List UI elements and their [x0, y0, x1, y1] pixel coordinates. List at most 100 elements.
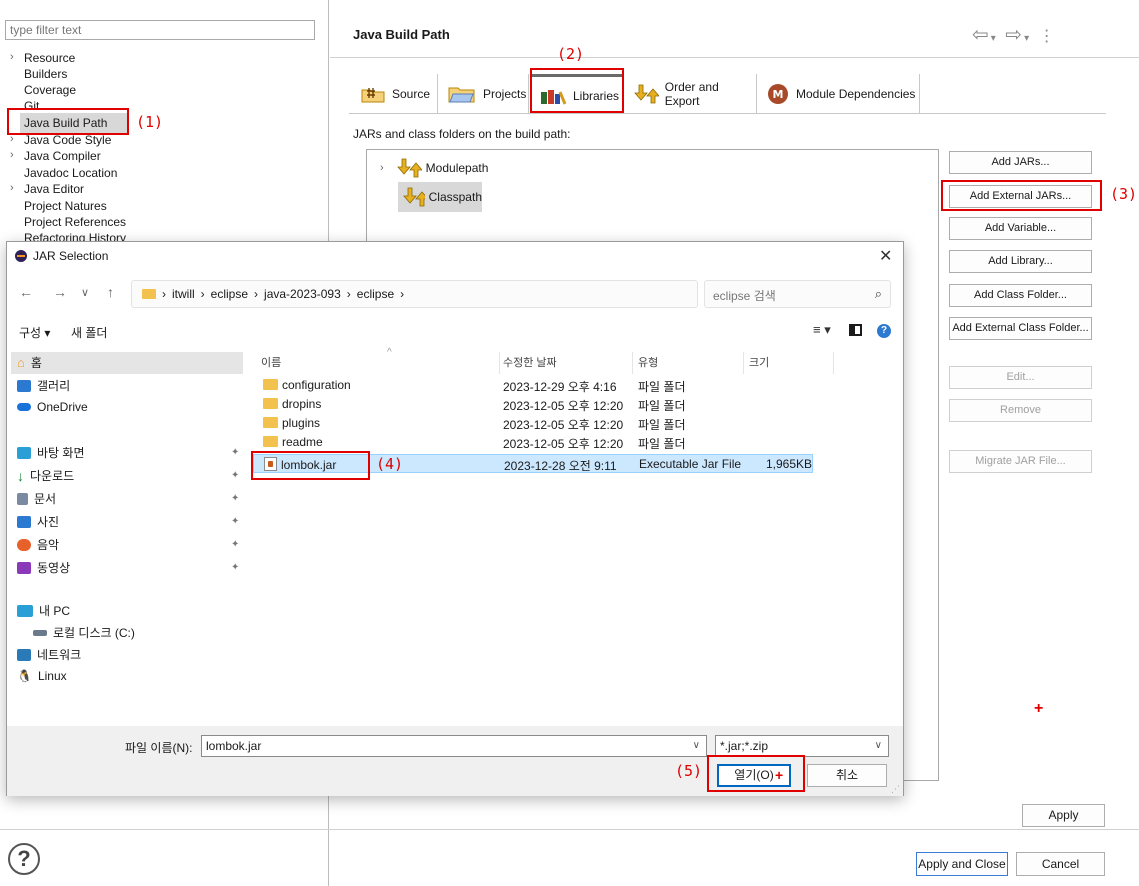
tab-projects[interactable]: Projects: [439, 74, 529, 113]
pin-icon[interactable]: ✦: [231, 493, 239, 504]
column-divider[interactable]: [833, 352, 834, 374]
forward-arrow-icon[interactable]: →: [53, 284, 67, 300]
page-nav-controls[interactable]: ⇦▾ ⇨▾ ⋮: [972, 22, 1057, 47]
cancel-button[interactable]: Cancel: [1016, 852, 1105, 876]
tab-source[interactable]: Source: [352, 74, 438, 113]
migrate-jar-button[interactable]: Migrate JAR File...: [949, 450, 1092, 473]
nav-item-downloads[interactable]: ↓ 다운로드: [17, 467, 74, 484]
column-header-modified[interactable]: 수정한 날짜: [503, 354, 557, 370]
tree-item-javadoc-location[interactable]: Javadoc Location: [24, 166, 117, 180]
filter-input[interactable]: type filter text: [5, 20, 315, 40]
address-bar[interactable]: › itwill › eclipse › java-2023-093 › ecl…: [131, 280, 809, 310]
nav-item-music[interactable]: 음악: [17, 536, 59, 553]
breadcrumb-item[interactable]: eclipse: [357, 287, 394, 301]
nav-item-home[interactable]: ⌂ 홈: [17, 354, 42, 371]
back-arrow-icon[interactable]: ←: [19, 284, 33, 300]
chevron-down-icon[interactable]: ∨: [693, 740, 700, 751]
organize-menu-button[interactable]: 구성 ▾: [19, 324, 50, 341]
tab-order-and-export[interactable]: Order and Export: [623, 74, 757, 113]
new-folder-button[interactable]: 새 폴더: [71, 324, 107, 341]
pin-icon[interactable]: ✦: [231, 539, 239, 550]
search-icon[interactable]: ⌕: [875, 286, 882, 302]
column-header-type[interactable]: 유형: [638, 354, 658, 370]
column-divider[interactable]: [632, 352, 633, 374]
column-divider[interactable]: [499, 352, 500, 374]
breadcrumb-item[interactable]: itwill: [172, 287, 195, 301]
back-arrow-icon[interactable]: ⇦: [972, 24, 991, 46]
nav-item-linux[interactable]: 🐧 Linux: [17, 669, 67, 683]
tree-entry-classpath[interactable]: Classpath: [398, 182, 482, 212]
nav-item-this-pc[interactable]: 내 PC: [17, 602, 70, 619]
chevron-right-icon[interactable]: ›: [10, 149, 14, 161]
dialog-titlebar[interactable]: JAR Selection: [7, 242, 903, 270]
tree-entry-modulepath[interactable]: › Modulepath: [380, 157, 488, 179]
tree-item-builders[interactable]: Builders: [24, 67, 67, 81]
column-header-name[interactable]: 이름: [261, 354, 281, 370]
file-row[interactable]: configuration 2023-12-29 오후 4:16 파일 폴더: [253, 376, 813, 395]
navigation-pane: ⌂ 홈 갤러리 OneDrive 바탕 화면 ✦ ↓ 다운로드 ✦ 문서 ✦ 사진 …: [7, 350, 243, 718]
pin-icon[interactable]: ✦: [231, 516, 239, 527]
tree-item-java-editor[interactable]: › Java Editor: [10, 182, 84, 196]
chevron-right-icon[interactable]: ›: [10, 51, 14, 63]
view-options-icon[interactable]: ≡ ▾: [813, 322, 831, 338]
nav-item-network[interactable]: 네트워크: [17, 646, 81, 663]
tree-item-project-natures[interactable]: Project Natures: [24, 199, 107, 213]
tree-item-coverage[interactable]: Coverage: [24, 83, 76, 97]
pin-icon[interactable]: ✦: [231, 447, 239, 458]
recent-locations-icon[interactable]: ∨: [81, 286, 89, 299]
file-row[interactable]: dropins 2023-12-05 오후 12:20 파일 폴더: [253, 395, 813, 414]
add-variable-button[interactable]: Add Variable...: [949, 217, 1092, 240]
resize-grip-icon[interactable]: ⋰: [891, 784, 900, 795]
nav-item-local-disk[interactable]: 로컬 디스크 (C:): [33, 624, 135, 641]
pin-icon[interactable]: ✦: [231, 470, 239, 481]
tree-item-label: Project References: [24, 215, 127, 229]
forward-arrow-icon[interactable]: ⇨: [1005, 24, 1024, 46]
up-arrow-icon[interactable]: ↑: [107, 284, 114, 300]
tree-item-resource[interactable]: › Resource: [10, 51, 75, 65]
search-input[interactable]: eclipse 검색 ⌕: [704, 280, 891, 308]
chevron-down-icon[interactable]: ∨: [875, 740, 882, 751]
tree-item-project-references[interactable]: Project References: [24, 215, 126, 229]
help-icon[interactable]: ?: [8, 843, 40, 875]
tree-item-java-code-style[interactable]: › Java Code Style: [10, 133, 111, 147]
file-type-select[interactable]: *.jar;*.zip ∨: [715, 735, 889, 757]
nav-item-pictures[interactable]: 사진: [17, 513, 59, 530]
apply-and-close-button[interactable]: Apply and Close: [916, 852, 1008, 876]
nav-item-videos[interactable]: 동영상: [17, 559, 70, 576]
chevron-right-icon[interactable]: ›: [10, 182, 14, 194]
back-dropdown-icon[interactable]: ▾: [991, 33, 998, 44]
breadcrumb-item[interactable]: eclipse: [211, 287, 248, 301]
file-type-value: *.jar;*.zip: [720, 739, 769, 753]
file-row[interactable]: readme 2023-12-05 오후 12:20 파일 폴더: [253, 433, 813, 452]
tree-item-java-compiler[interactable]: › Java Compiler: [10, 149, 101, 163]
add-class-folder-button[interactable]: Add Class Folder...: [949, 284, 1092, 307]
nav-item-gallery[interactable]: 갤러리: [17, 377, 70, 394]
remove-button[interactable]: Remove: [949, 399, 1092, 422]
add-library-button[interactable]: Add Library...: [949, 250, 1092, 273]
dialog-cancel-button[interactable]: 취소: [807, 764, 887, 787]
apply-button[interactable]: Apply: [1022, 804, 1105, 827]
breadcrumb-item[interactable]: java-2023-093: [264, 287, 341, 301]
close-icon[interactable]: ✕: [879, 246, 892, 266]
edit-button[interactable]: Edit...: [949, 366, 1092, 389]
tab-module-dependencies[interactable]: M Module Dependencies: [758, 74, 920, 113]
add-external-class-folder-button[interactable]: Add External Class Folder...: [949, 317, 1092, 340]
chevron-right-icon[interactable]: ›: [380, 162, 384, 174]
folder-icon: [263, 436, 278, 447]
add-jars-button[interactable]: Add JARs...: [949, 151, 1092, 174]
preview-pane-icon[interactable]: [849, 324, 862, 336]
nav-item-documents[interactable]: 문서: [17, 490, 56, 507]
column-divider[interactable]: [743, 352, 744, 374]
filename-label: 파일 이름(N):: [125, 741, 193, 755]
nav-item-desktop[interactable]: 바탕 화면: [17, 444, 85, 461]
pin-icon[interactable]: ✦: [231, 562, 239, 573]
more-options-icon[interactable]: ⋮: [1039, 28, 1057, 45]
network-icon: [17, 648, 31, 661]
column-header-size[interactable]: 크기: [749, 354, 769, 370]
help-icon[interactable]: ?: [877, 324, 891, 338]
filename-input[interactable]: lombok.jar ∨: [201, 735, 707, 757]
nav-item-onedrive[interactable]: OneDrive: [17, 400, 88, 414]
breadcrumb-separator-icon: ›: [162, 287, 166, 301]
file-row[interactable]: plugins 2023-12-05 오후 12:20 파일 폴더: [253, 414, 813, 433]
forward-dropdown-icon[interactable]: ▾: [1024, 33, 1031, 44]
